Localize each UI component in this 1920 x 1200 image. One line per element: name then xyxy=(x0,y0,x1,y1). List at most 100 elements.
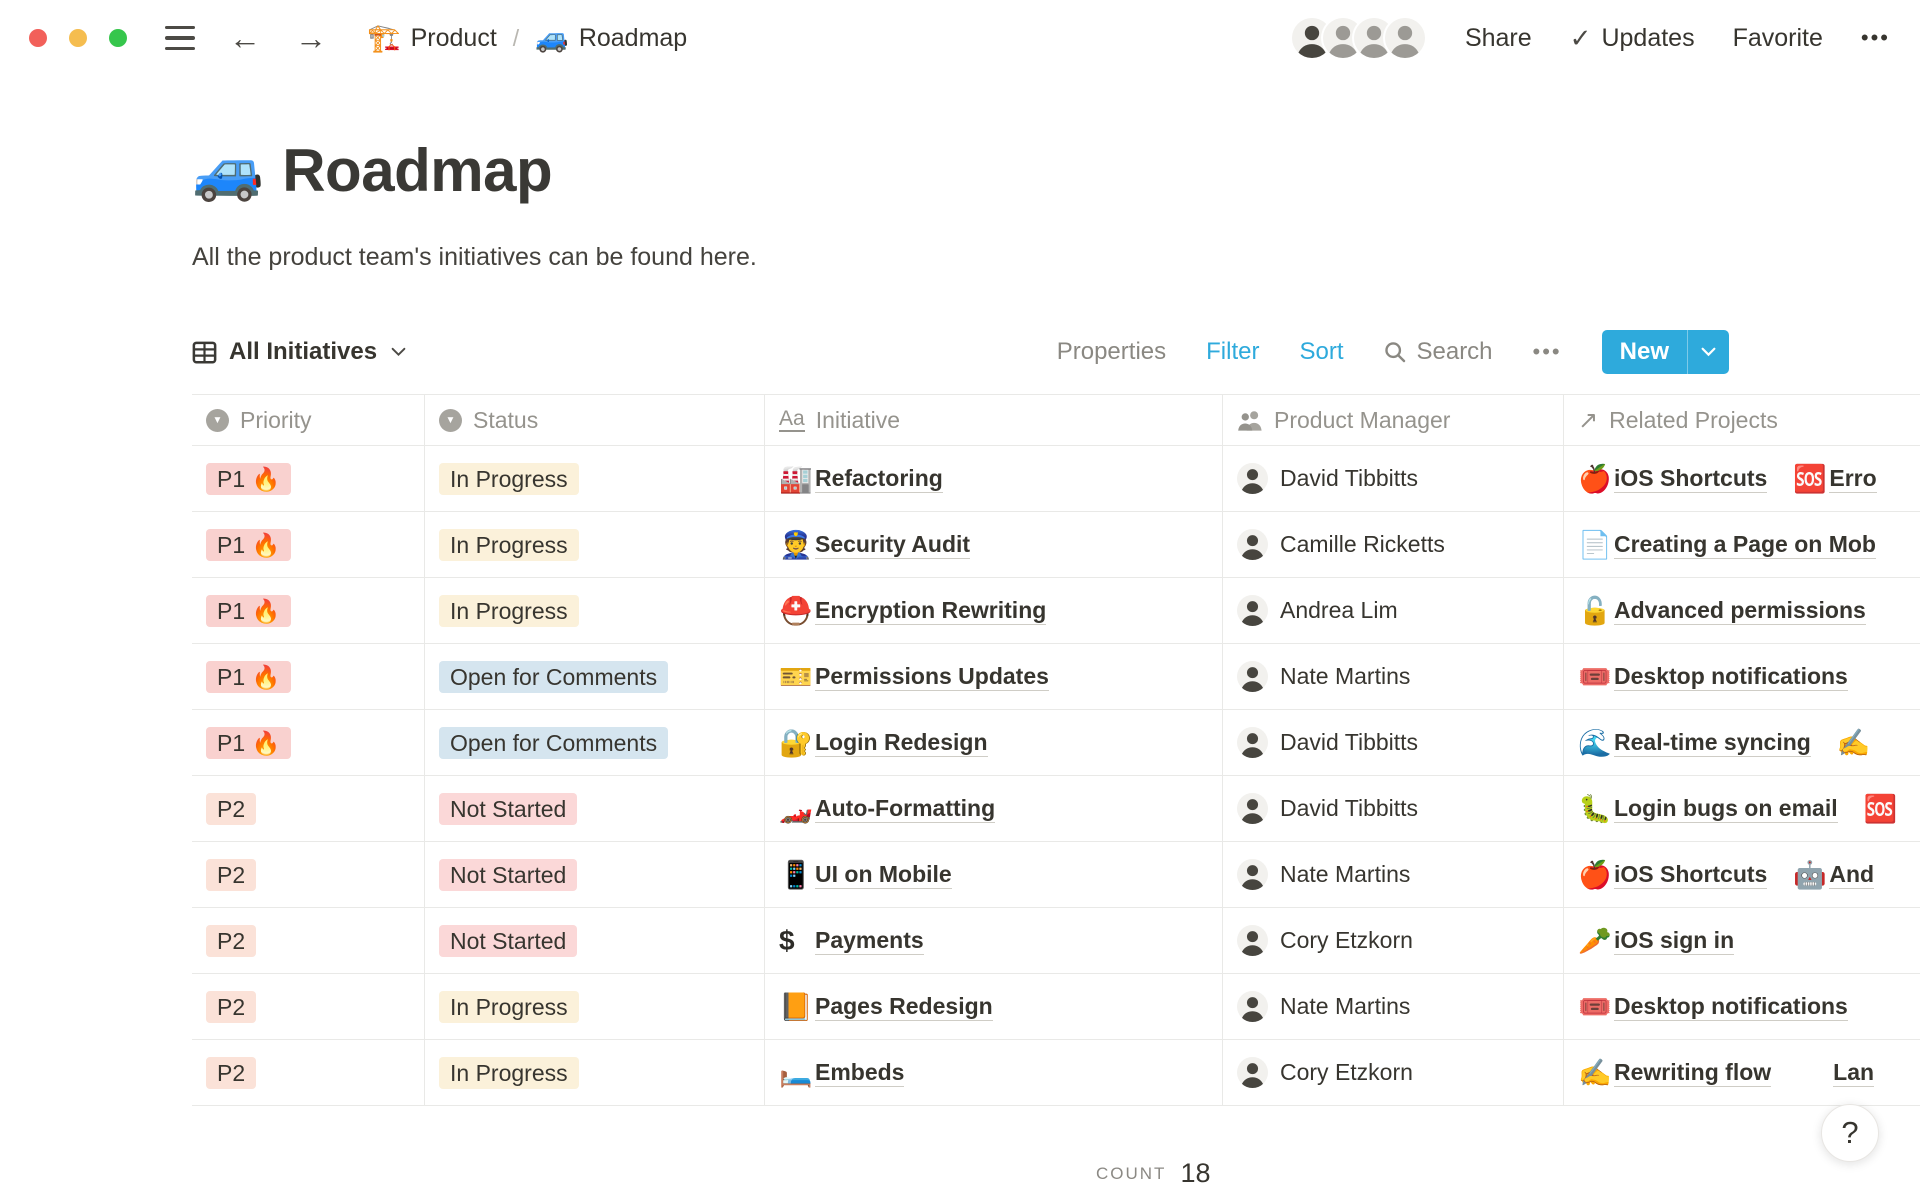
product-manager-cell[interactable]: Camille Ricketts xyxy=(1223,512,1564,577)
related-project-link[interactable]: 🌊 Real-time syncing xyxy=(1578,727,1811,759)
priority-cell[interactable]: P1 🔥 xyxy=(192,446,425,511)
related-project-link[interactable]: 🍎 iOS Shortcuts xyxy=(1578,859,1767,891)
page-subtitle[interactable]: All the product team's initiatives can b… xyxy=(192,243,1920,272)
initiative-cell[interactable]: 🏎️ Auto-Formatting xyxy=(765,776,1223,841)
related-projects-cell[interactable]: 🎟️ Desktop notifications xyxy=(1564,974,1920,1039)
more-options-icon[interactable]: ••• xyxy=(1861,25,1890,51)
initiative-cell[interactable]: 🔐 Login Redesign xyxy=(765,710,1223,775)
initiative-link[interactable]: Permissions Updates xyxy=(815,663,1049,691)
initiative-link[interactable]: Payments xyxy=(815,927,924,955)
related-projects-cell[interactable]: 🐛 Login bugs on email 🆘 xyxy=(1564,776,1920,841)
status-cell[interactable]: In Progress xyxy=(425,578,765,643)
priority-cell[interactable]: P2 xyxy=(192,1040,425,1105)
priority-cell[interactable]: P1 🔥 xyxy=(192,512,425,577)
related-projects-cell[interactable]: 🔓 Advanced permissions xyxy=(1564,578,1920,643)
product-manager-cell[interactable]: Cory Etzkorn xyxy=(1223,908,1564,973)
related-project-link[interactable]: ✍️ Rewriting flow xyxy=(1578,1057,1771,1089)
status-cell[interactable]: In Progress xyxy=(425,974,765,1039)
status-cell[interactable]: Open for Comments xyxy=(425,710,765,775)
status-cell[interactable]: In Progress xyxy=(425,1040,765,1105)
filter-button[interactable]: Filter xyxy=(1206,338,1259,366)
related-projects-cell[interactable]: 🍎 iOS Shortcuts 🤖 And xyxy=(1564,842,1920,907)
status-cell[interactable]: In Progress xyxy=(425,512,765,577)
initiative-cell[interactable]: 📙 Pages Redesign xyxy=(765,974,1223,1039)
status-cell[interactable]: Not Started xyxy=(425,908,765,973)
updates-button[interactable]: ✓ Updates xyxy=(1570,23,1695,54)
initiative-cell[interactable]: $ Payments xyxy=(765,908,1223,973)
priority-cell[interactable]: P1 🔥 xyxy=(192,578,425,643)
related-project-link[interactable]: 🥕 iOS sign in xyxy=(1578,925,1734,957)
help-button[interactable]: ? xyxy=(1821,1104,1879,1162)
initiative-link[interactable]: Auto-Formatting xyxy=(815,795,995,823)
related-projects-cell[interactable]: 📄 Creating a Page on Mob xyxy=(1564,512,1920,577)
sidebar-menu-icon[interactable] xyxy=(165,26,195,51)
initiative-cell[interactable]: 📱 UI on Mobile xyxy=(765,842,1223,907)
related-project-link[interactable]: 🆘 Erro xyxy=(1793,463,1876,495)
product-manager-cell[interactable]: David Tibbitts xyxy=(1223,710,1564,775)
related-project-link[interactable]: 🔓 Advanced permissions xyxy=(1578,595,1866,627)
priority-cell[interactable]: P2 xyxy=(192,776,425,841)
initiative-cell[interactable]: 🏭 Refactoring xyxy=(765,446,1223,511)
related-project-link[interactable]: Lan xyxy=(1797,1059,1874,1087)
forward-arrow-icon[interactable]: → xyxy=(295,22,327,54)
table-count[interactable]: COUNT 18 xyxy=(1096,1158,1211,1189)
back-arrow-icon[interactable]: ← xyxy=(229,22,261,54)
initiative-link[interactable]: Security Audit xyxy=(815,531,970,559)
initiative-cell[interactable]: 🎫 Permissions Updates xyxy=(765,644,1223,709)
minimize-window-button[interactable] xyxy=(69,29,87,47)
search-button[interactable]: Search xyxy=(1383,338,1492,366)
related-project-link[interactable]: 🎟️ Desktop notifications xyxy=(1578,991,1848,1023)
product-manager-cell[interactable]: David Tibbitts xyxy=(1223,776,1564,841)
priority-cell[interactable]: P1 🔥 xyxy=(192,710,425,775)
new-button-dropdown[interactable] xyxy=(1687,330,1729,374)
product-manager-cell[interactable]: Cory Etzkorn xyxy=(1223,1040,1564,1105)
product-manager-cell[interactable]: Nate Martins xyxy=(1223,842,1564,907)
initiative-link[interactable]: Encryption Rewriting xyxy=(815,597,1046,625)
close-window-button[interactable] xyxy=(29,29,47,47)
product-manager-cell[interactable]: Nate Martins xyxy=(1223,974,1564,1039)
initiative-link[interactable]: Login Redesign xyxy=(815,729,988,757)
view-tab-all-initiatives[interactable]: All Initiatives xyxy=(192,338,406,366)
related-projects-cell[interactable]: 🍎 iOS Shortcuts 🆘 Erro xyxy=(1564,446,1920,511)
status-cell[interactable]: Not Started xyxy=(425,776,765,841)
initiative-link[interactable]: Pages Redesign xyxy=(815,993,993,1021)
column-header-related-projects[interactable]: ↗ Related Projects xyxy=(1564,395,1920,445)
new-button[interactable]: New xyxy=(1602,330,1729,374)
zoom-window-button[interactable] xyxy=(109,29,127,47)
page-title[interactable]: 🚙 Roadmap xyxy=(192,136,1920,205)
related-projects-cell[interactable]: 🥕 iOS sign in xyxy=(1564,908,1920,973)
related-project-link[interactable]: 🍎 iOS Shortcuts xyxy=(1578,463,1767,495)
priority-cell[interactable]: P2 xyxy=(192,842,425,907)
properties-button[interactable]: Properties xyxy=(1057,338,1166,366)
status-cell[interactable]: In Progress xyxy=(425,446,765,511)
related-projects-cell[interactable]: 🌊 Real-time syncing ✍️ xyxy=(1564,710,1920,775)
related-project-link[interactable]: ✍️ xyxy=(1837,727,1873,759)
breadcrumb-item-roadmap[interactable]: 🚙 Roadmap xyxy=(535,22,687,54)
column-header-initiative[interactable]: Aa Initiative xyxy=(765,395,1223,445)
product-manager-cell[interactable]: Nate Martins xyxy=(1223,644,1564,709)
product-manager-cell[interactable]: Andrea Lim xyxy=(1223,578,1564,643)
sort-button[interactable]: Sort xyxy=(1299,338,1343,366)
initiative-link[interactable]: Embeds xyxy=(815,1059,904,1087)
initiative-link[interactable]: UI on Mobile xyxy=(815,861,952,889)
initiative-cell[interactable]: 🛏️ Embeds xyxy=(765,1040,1223,1105)
favorite-button[interactable]: Favorite xyxy=(1733,24,1823,53)
related-project-link[interactable]: 🐛 Login bugs on email xyxy=(1578,793,1838,825)
related-projects-cell[interactable]: ✍️ Rewriting flow Lan xyxy=(1564,1040,1920,1105)
collaborator-avatars[interactable] xyxy=(1292,18,1425,58)
related-project-link[interactable]: 🆘 xyxy=(1864,793,1900,825)
priority-cell[interactable]: P2 xyxy=(192,908,425,973)
view-more-options-icon[interactable]: ••• xyxy=(1533,339,1562,365)
column-header-priority[interactable]: ▼ Priority xyxy=(192,395,425,445)
initiative-cell[interactable]: 👮 Security Audit xyxy=(765,512,1223,577)
related-project-link[interactable]: 🎟️ Desktop notifications xyxy=(1578,661,1848,693)
status-cell[interactable]: Not Started xyxy=(425,842,765,907)
initiative-cell[interactable]: ⛑️ Encryption Rewriting xyxy=(765,578,1223,643)
related-projects-cell[interactable]: 🎟️ Desktop notifications xyxy=(1564,644,1920,709)
column-header-status[interactable]: ▼ Status xyxy=(425,395,765,445)
column-header-product-manager[interactable]: Product Manager xyxy=(1223,395,1564,445)
related-project-link[interactable]: 📄 Creating a Page on Mob xyxy=(1578,529,1876,561)
breadcrumb-item-product[interactable]: 🏗️ Product xyxy=(367,22,497,54)
priority-cell[interactable]: P1 🔥 xyxy=(192,644,425,709)
initiative-link[interactable]: Refactoring xyxy=(815,465,943,493)
